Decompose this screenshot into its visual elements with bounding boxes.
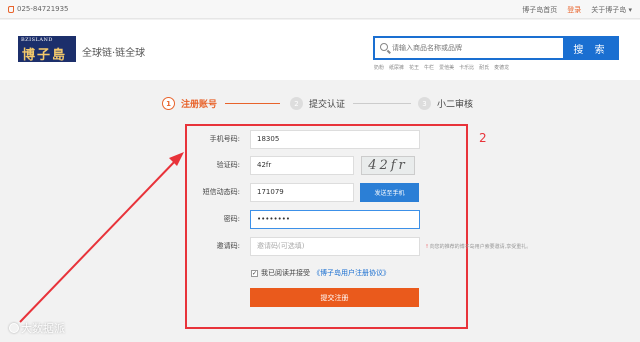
watermark-text: 大数据派 (21, 322, 65, 335)
watermark: 大数据派 (9, 320, 65, 336)
arrow-line (19, 157, 179, 323)
watermark-icon (9, 323, 19, 333)
annotation-arrow (19, 152, 184, 323)
